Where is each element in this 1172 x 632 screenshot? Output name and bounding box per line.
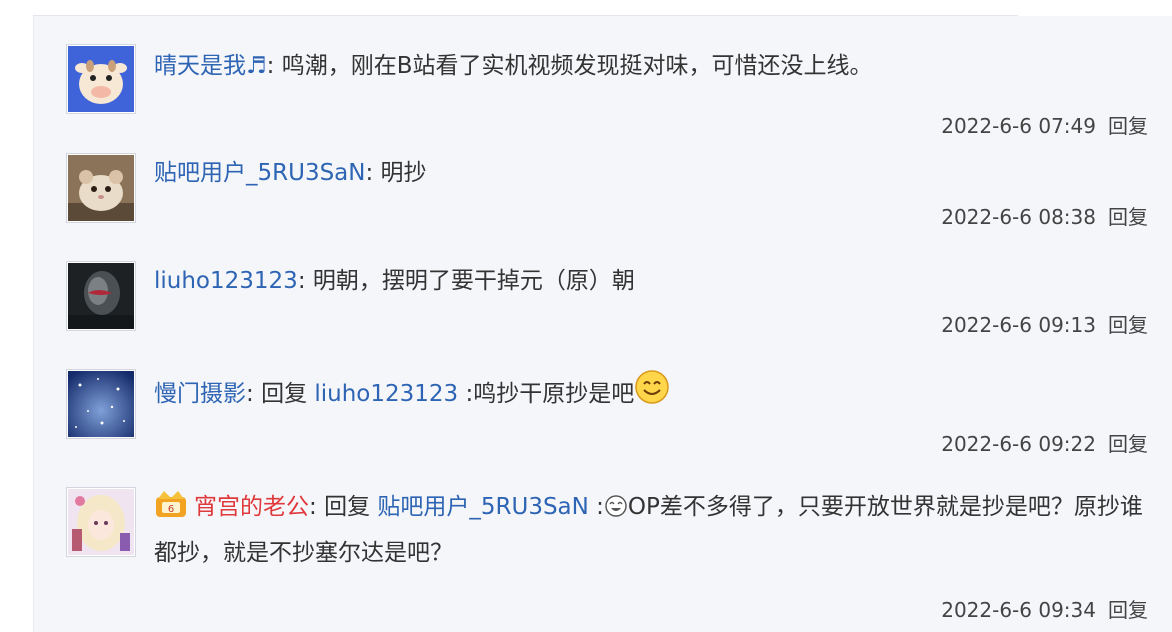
avatar[interactable]: [66, 261, 136, 331]
colon: :: [246, 381, 262, 407]
starry-sky-avatar-icon: [68, 371, 134, 437]
reply-button[interactable]: 回复: [1108, 114, 1148, 138]
reply-text: 鸣潮，刚在B站看了实机视频发现挺对味，可惜还没上线。: [281, 53, 873, 79]
reply-content: 贴吧用户_5RU3SaN: 明抄: [154, 153, 1144, 194]
avatar[interactable]: [66, 369, 136, 439]
reply-text: 明抄: [380, 160, 427, 186]
username-link[interactable]: 宵宫的老公: [194, 494, 309, 520]
reply-meta: 2022-6-6 08:38 回复: [941, 204, 1148, 230]
mention-link[interactable]: 贴吧用户_5RU3SaN: [377, 494, 588, 520]
smile-emoji-icon: [634, 369, 670, 419]
reply-word: 回复: [261, 381, 315, 407]
colon: :: [297, 268, 313, 294]
reply-button[interactable]: 回复: [1108, 313, 1148, 337]
reply-word: 回复: [324, 494, 378, 520]
avatar[interactable]: [66, 487, 136, 557]
reply-meta: 2022-6-6 09:13 回复: [941, 312, 1148, 338]
colon: :: [365, 160, 381, 186]
reply-content: 慢门摄影: 回复 liuho123123 :鸣抄干原抄是吧: [154, 369, 1144, 419]
username-link[interactable]: 慢门摄影: [154, 381, 246, 407]
reply-meta: 2022-6-6 09:22 回复: [941, 431, 1148, 457]
dark-figure-avatar-icon: [68, 263, 134, 329]
reply-meta: 2022-6-6 09:34 回复: [941, 597, 1148, 623]
reply-meta: 2022-6-6 07:49 回复: [941, 113, 1148, 139]
timestamp: 2022-6-6 09:22: [941, 432, 1096, 456]
reply-list: 晴天是我♬: 鸣潮，刚在B站看了实机视频发现挺对味，可惜还没上线。 2022-6…: [33, 16, 1172, 632]
cartoon-cow-avatar-icon: [68, 46, 134, 112]
timestamp: 2022-6-6 09:13: [941, 313, 1096, 337]
colon: :: [309, 494, 325, 520]
top-strip: [0, 0, 1172, 16]
reply-button[interactable]: 回复: [1108, 598, 1148, 622]
avatar[interactable]: [66, 44, 136, 114]
username-link[interactable]: liuho123123: [154, 268, 298, 294]
mention-link[interactable]: liuho123123: [314, 381, 458, 407]
svg-text:6: 6: [168, 504, 174, 515]
colon: :: [266, 53, 282, 79]
avatar[interactable]: [66, 153, 136, 223]
reply-button[interactable]: 回复: [1108, 432, 1148, 456]
reply-text: 明朝，摆明了要干掉元（原）朝: [312, 268, 635, 294]
reply-text: :鸣抄干原抄是吧: [458, 381, 635, 407]
reply-content: 6 宵宫的老公: 回复 贴吧用户_5RU3SaN : OP差不多得了，只要开放世界就…: [154, 487, 1154, 574]
crown-vip-badge-icon: 6: [154, 489, 188, 533]
laugh-cry-emoji-icon: [604, 491, 628, 532]
reply-text-prefix: :: [588, 494, 604, 520]
reply-content: 晴天是我♬: 鸣潮，刚在B站看了实机视频发现挺对味，可惜还没上线。: [154, 46, 1144, 87]
timestamp: 2022-6-6 08:38: [941, 205, 1096, 229]
hamster-avatar-icon: [68, 155, 134, 221]
timestamp: 2022-6-6 07:49: [941, 114, 1096, 138]
username-link[interactable]: 贴吧用户_5RU3SaN: [154, 160, 365, 186]
reply-content: liuho123123: 明朝，摆明了要干掉元（原）朝: [154, 261, 1144, 302]
username-link[interactable]: 晴天是我♬: [154, 53, 267, 79]
anime-girl-avatar-icon: [68, 489, 134, 555]
timestamp: 2022-6-6 09:34: [941, 598, 1096, 622]
reply-button[interactable]: 回复: [1108, 205, 1148, 229]
